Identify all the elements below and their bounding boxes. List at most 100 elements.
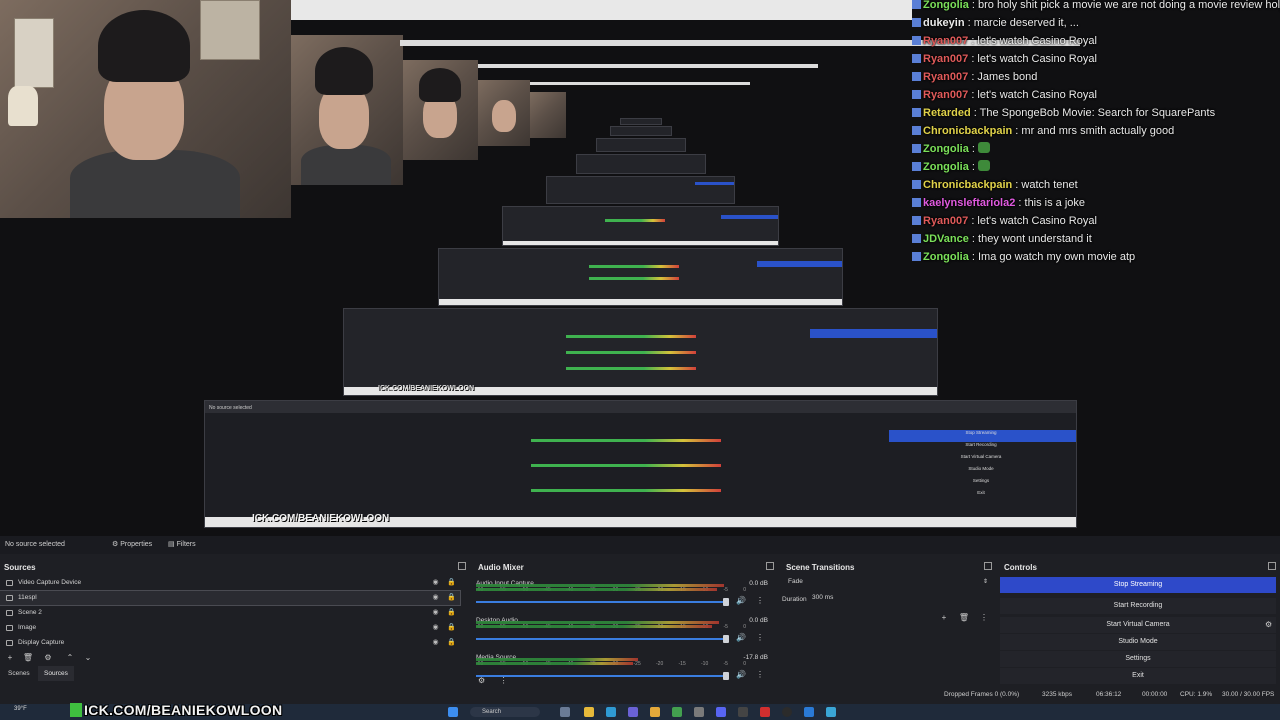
chat-username: kaelynsleftariola2	[923, 197, 1016, 209]
windows-start-icon[interactable]	[448, 707, 458, 717]
speaker-icon[interactable]: 🔊	[736, 633, 746, 642]
lock-icon[interactable]: 🔒	[447, 639, 456, 646]
weather-widget[interactable]: 39°F	[14, 706, 27, 712]
chat-message: Ryan007 : let's watch Casino Royal	[912, 212, 1097, 230]
dock-float-icon[interactable]	[1268, 562, 1276, 570]
control-button-studio-mode[interactable]: Studio Mode	[1000, 634, 1276, 650]
discord-icon[interactable]	[716, 707, 726, 717]
edge-icon[interactable]	[606, 707, 616, 717]
nested-control-label: Start Virtual Camera	[960, 454, 1002, 459]
folder-icon[interactable]	[650, 707, 660, 717]
source-label: Video Capture Device	[18, 579, 82, 586]
control-button-exit[interactable]: Exit	[1000, 668, 1276, 684]
chevron-up-icon[interactable]: ⌃	[64, 652, 76, 664]
chat-text: : Ima go watch my own movie atp	[968, 251, 1136, 263]
chrome-icon[interactable]	[672, 707, 682, 717]
chat-message: kaelynsleftariola2 : this is a joke	[912, 194, 1085, 212]
control-button-stop-streaming[interactable]: Stop Streaming	[1000, 577, 1276, 593]
speaker-icon[interactable]: 🔊	[736, 670, 746, 679]
eye-icon[interactable]: ◉	[432, 594, 439, 601]
chat-message: Zongolia : bro holy shit pick a movie we…	[912, 0, 1280, 14]
teams-icon[interactable]	[628, 707, 638, 717]
filters-button[interactable]: ▤ Filters	[168, 536, 196, 554]
obs-icon[interactable]	[782, 707, 792, 717]
nested-control-label: Start Recording	[965, 442, 997, 447]
opera-icon[interactable]	[760, 707, 770, 717]
photos-icon[interactable]	[826, 707, 836, 717]
control-button-start-virtual-camera[interactable]: Start Virtual Camera	[1000, 617, 1276, 633]
lock-icon[interactable]: 🔒	[447, 594, 456, 601]
chevron-down-icon[interactable]: ⌄	[82, 652, 94, 664]
trash-icon[interactable]: 🗑	[958, 612, 970, 624]
lock-icon[interactable]: 🔒	[447, 579, 456, 586]
overlay-logo-icon	[70, 703, 82, 717]
volume-slider-knob[interactable]	[723, 635, 729, 643]
source-label: 11espl	[18, 594, 37, 601]
volume-slider-knob[interactable]	[723, 672, 729, 680]
store-icon[interactable]	[804, 707, 814, 717]
lock-icon[interactable]: 🔒	[447, 609, 456, 616]
tab-sources[interactable]: Sources	[38, 666, 74, 681]
chat-text: : let's watch Casino Royal	[968, 215, 1097, 227]
nested-white-strip-2	[478, 64, 818, 68]
volume-slider[interactable]	[476, 675, 726, 677]
task-view-icon[interactable]	[560, 707, 570, 717]
cpu-usage: CPU: 1.9%	[1180, 691, 1213, 698]
more-icon[interactable]: ⋮	[756, 670, 764, 679]
tab-scenes[interactable]: Scenes	[8, 670, 30, 677]
more-icon[interactable]: ⋮	[756, 596, 764, 605]
lock-icon[interactable]: 🔒	[447, 624, 456, 631]
chat-username: Chronicbackpain	[923, 179, 1013, 191]
add-transition-icon[interactable]: +	[938, 612, 950, 624]
add-icon[interactable]: +	[4, 652, 16, 664]
source-item[interactable]: Image ◉ 🔒	[0, 621, 460, 635]
source-label: Scene 2	[18, 609, 42, 616]
source-item[interactable]: 11espl ◉ 🔒	[0, 590, 461, 606]
dock-float-icon[interactable]	[766, 562, 774, 570]
source-item[interactable]: Scene 2 ◉ 🔒	[0, 606, 460, 620]
level-meter	[476, 662, 634, 665]
chat-text: : James bond	[968, 71, 1038, 83]
file-explorer-icon[interactable]	[584, 707, 594, 717]
more-icon[interactable]: ⋮	[756, 633, 764, 642]
chat-username: JDVance	[923, 233, 969, 245]
control-button-settings[interactable]: Settings	[1000, 651, 1276, 667]
nested-obs-3	[438, 248, 843, 306]
virtual-camera-gear-icon[interactable]: ⚙	[1265, 620, 1272, 629]
overlay-url-banner: ICK.COM/BEANIEKOWLOON	[70, 702, 282, 720]
level-meter	[476, 584, 725, 587]
chat-message: Ryan007 : let's watch Casino Royal	[912, 86, 1097, 104]
taskbar-search[interactable]: Search	[470, 707, 540, 717]
trash-icon[interactable]: 🗑	[22, 652, 34, 664]
source-item[interactable]: Video Capture Device ◉ 🔒	[0, 576, 460, 590]
dock-float-icon[interactable]	[984, 562, 992, 570]
chat-badge-icon	[912, 18, 921, 27]
source-item[interactable]: Display Capture ◉ 🔒	[0, 636, 460, 650]
duration-field[interactable]: 300 ms	[812, 592, 992, 604]
scale-tick: 0	[743, 661, 746, 667]
gear-icon[interactable]: ⚙	[42, 652, 54, 664]
dock-float-icon[interactable]	[458, 562, 466, 570]
eye-icon[interactable]: ◉	[432, 639, 439, 646]
properties-button[interactable]: ⚙ Properties	[112, 536, 152, 554]
speaker-icon[interactable]: 🔊	[736, 596, 746, 605]
mixer-channel: Desktop Audio0.0 dB-60-55-50-45-40-35-30…	[476, 617, 772, 653]
app-icon[interactable]	[738, 707, 748, 717]
more-icon[interactable]: ⋮	[978, 612, 990, 624]
chat-message: Chronicbackpain : mr and mrs smith actua…	[912, 122, 1174, 140]
settings-icon[interactable]	[694, 707, 704, 717]
volume-slider-knob[interactable]	[723, 598, 729, 606]
stream-preview[interactable]: No source selected ICK.COM/BEANIEKOWLOON…	[0, 0, 1280, 536]
control-button-start-recording[interactable]: Start Recording	[1000, 598, 1276, 614]
chat-username: Ryan007	[923, 215, 969, 227]
eye-icon[interactable]: ◉	[432, 579, 439, 586]
volume-slider[interactable]	[476, 601, 726, 603]
volume-slider[interactable]	[476, 638, 726, 640]
transition-select[interactable]: Fade ⇕	[786, 576, 992, 588]
chat-badge-icon	[912, 252, 921, 261]
dropped-frames: Dropped Frames 0 (0.0%)	[944, 691, 1020, 698]
chat-username: Zongolia	[923, 143, 969, 155]
eye-icon[interactable]: ◉	[432, 624, 439, 631]
obs-window: No source selected ICK.COM/BEANIEKOWLOON…	[0, 0, 1280, 720]
eye-icon[interactable]: ◉	[432, 609, 439, 616]
